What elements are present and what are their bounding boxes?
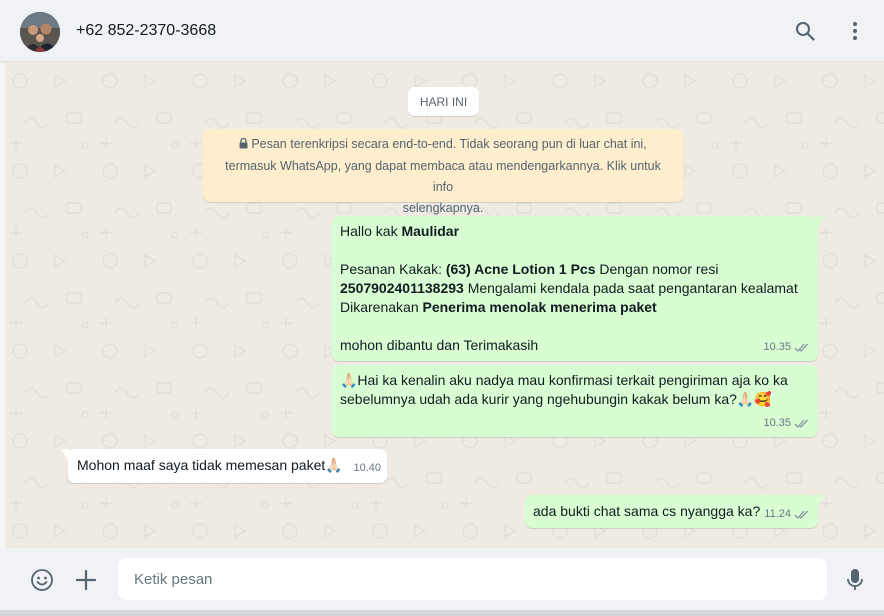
message-text: ada bukti chat sama cs nyangga ka? <box>533 503 761 519</box>
chat-header: +62 852-2370-3668 <box>0 0 884 62</box>
double-check-icon <box>794 510 808 519</box>
double-check-icon <box>794 419 808 428</box>
bubble-tail <box>61 449 69 462</box>
date-separator: HARI INI <box>408 87 479 116</box>
message-text: Mohon maaf saya tidak memesan paket🙏🏻 <box>77 457 343 473</box>
lock-icon <box>239 135 248 156</box>
contact-name[interactable]: +62 852-2370-3668 <box>76 22 216 40</box>
compose-bar <box>0 548 884 610</box>
window-bottom-edge <box>0 610 884 616</box>
message-bubble-outgoing[interactable]: ada bukti chat sama cs nyangga ka? 11.24 <box>525 495 825 528</box>
encryption-notice[interactable]: Pesan terenkripsi secara end-to-end. Tid… <box>203 129 683 215</box>
message-input[interactable] <box>118 558 827 600</box>
message-text: Mengalami kendala pada saat pengantaran … <box>463 280 798 296</box>
emoji-icon[interactable] <box>29 567 55 593</box>
search-icon[interactable] <box>793 19 817 43</box>
contact-avatar[interactable] <box>20 12 60 52</box>
message-time: 10.35 <box>763 341 791 353</box>
message-text: Hallo kak <box>340 223 402 239</box>
message-time: 11.24 <box>764 508 791 520</box>
message-text: Dikarenakan <box>340 299 423 315</box>
order-item: (63) Acne Lotion 1 Pcs <box>445 261 596 277</box>
delivery-reason: Penerima menolak menerima paket <box>422 299 657 315</box>
message-text: Pesanan Kakak: <box>340 261 446 277</box>
encryption-notice-line1: Pesan terenkripsi secara end-to-end. Tid… <box>251 137 647 151</box>
bubble-tail <box>817 216 825 229</box>
message-text: mohon dibantu dan Terimakasih <box>340 337 539 353</box>
message-text: 🙏🏻Hai ka kenalin aku nadya mau konfirmas… <box>340 372 788 388</box>
recipient-name: Maulidar <box>401 223 460 239</box>
message-text: Dengan nomor resi <box>595 261 719 277</box>
message-bubble-incoming[interactable]: Mohon maaf saya tidak memesan paket🙏🏻 10… <box>61 449 387 483</box>
attach-plus-icon[interactable] <box>73 567 99 593</box>
encryption-notice-line2: termasuk WhatsApp, yang dapat membaca at… <box>225 159 661 194</box>
menu-icon[interactable] <box>843 19 867 43</box>
bubble-tail <box>817 495 825 508</box>
message-bubble-outgoing[interactable]: Hallo kak Maulidar Pesanan Kakak: (63) A… <box>332 216 825 361</box>
message-meta: 10.35 <box>763 414 810 433</box>
microphone-icon[interactable] <box>842 567 868 593</box>
message-bubble-outgoing[interactable]: 🙏🏻Hai ka kenalin aku nadya mau konfirmas… <box>332 365 818 437</box>
encryption-notice-line3: selengkapnya. <box>402 201 484 215</box>
message-meta: 11.24 <box>764 505 810 524</box>
message-text: sebelumnya udah ada kurir yang ngehubung… <box>340 391 772 407</box>
double-check-icon <box>794 343 808 352</box>
tracking-number: 2507902401138293 <box>340 280 464 296</box>
message-time: 10.35 <box>763 417 791 429</box>
message-meta: 10.40 <box>353 459 381 478</box>
message-time: 10.40 <box>353 462 381 474</box>
message-meta: 10.35 <box>763 338 810 357</box>
